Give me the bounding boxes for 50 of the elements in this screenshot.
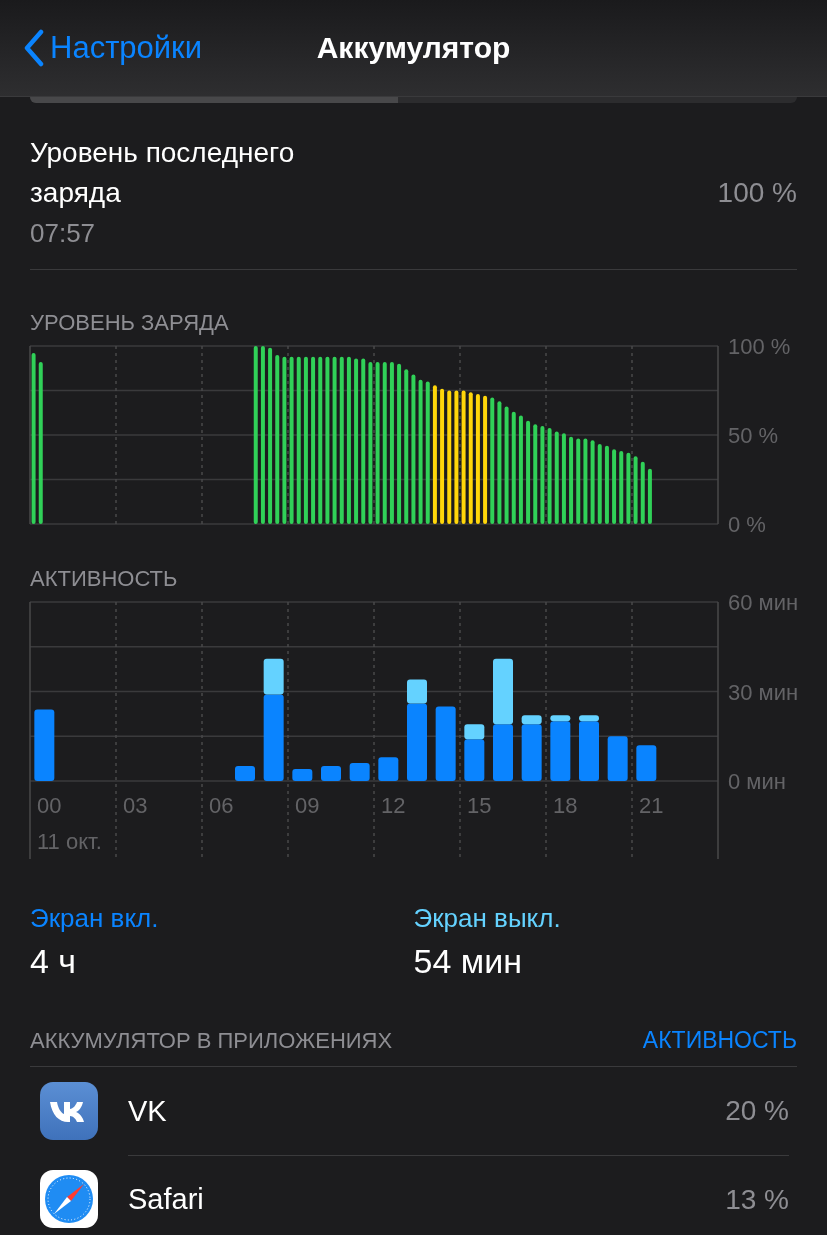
chart-title: УРОВЕНЬ ЗАРЯДА	[30, 310, 229, 336]
screen-title: Аккумулятор	[316, 31, 511, 65]
app-name: VK	[128, 1094, 167, 1128]
chart-bar	[636, 745, 657, 781]
chevron-left-icon	[24, 29, 44, 67]
axis-label: 15	[467, 793, 492, 818]
stat-value: 4 ч	[30, 942, 77, 981]
chart-bar	[607, 736, 628, 781]
chart-bar	[493, 724, 513, 781]
chart-bar	[378, 757, 399, 781]
axis-label: 18	[553, 793, 578, 818]
row-label: Уровень последнего заряда	[30, 136, 296, 210]
chart-bar	[321, 766, 341, 781]
axis-label: 21	[639, 793, 664, 818]
app-name: Safari	[128, 1183, 204, 1216]
chart-bar	[235, 766, 255, 781]
chart-bar	[34, 709, 55, 781]
charge-value: 100 %	[717, 177, 797, 209]
app-usage: 13 %	[725, 1183, 789, 1216]
axis-label: 60 мин	[728, 590, 799, 615]
segmented-control[interactable]	[30, 97, 797, 103]
compass-icon	[40, 1170, 98, 1228]
app-usage: 20 %	[725, 1095, 789, 1127]
chart-bar	[626, 452, 631, 524]
axis-label: 100 %	[728, 334, 791, 359]
chart-bar	[647, 468, 652, 524]
chart-bar	[349, 763, 370, 781]
axis-label: 0 мин	[728, 769, 786, 794]
app-icon	[40, 1082, 98, 1140]
chart-title: АКТИВНОСТЬ	[30, 566, 178, 592]
axis-label: 12	[381, 793, 406, 818]
axis-label: 06	[209, 793, 234, 818]
activity-link[interactable]: АКТИВНОСТЬ	[642, 1027, 797, 1054]
chart-bar	[292, 769, 313, 781]
section-header: АККУМУЛЯТОР В ПРИЛОЖЕНИЯХ	[30, 1027, 393, 1054]
date-label: 11 окт.	[37, 829, 102, 854]
axis-label: 00	[37, 793, 62, 818]
axis-label: 03	[123, 793, 148, 818]
axis-label: 0 %	[728, 512, 766, 537]
axis-label: 30 мин	[728, 679, 799, 705]
chart-bar	[633, 456, 638, 524]
stat-value: 54 мин	[413, 942, 522, 981]
back-button[interactable]: Настройки	[24, 29, 202, 67]
stat-label: Экран вкл.	[30, 903, 159, 934]
axis-label: 09	[295, 793, 320, 818]
chart-bar	[493, 658, 513, 725]
stat-label: Экран выкл.	[413, 903, 561, 934]
axis-label: 50 %	[728, 423, 779, 448]
time-text: 07:57	[30, 217, 97, 250]
chart-bar	[640, 461, 645, 524]
